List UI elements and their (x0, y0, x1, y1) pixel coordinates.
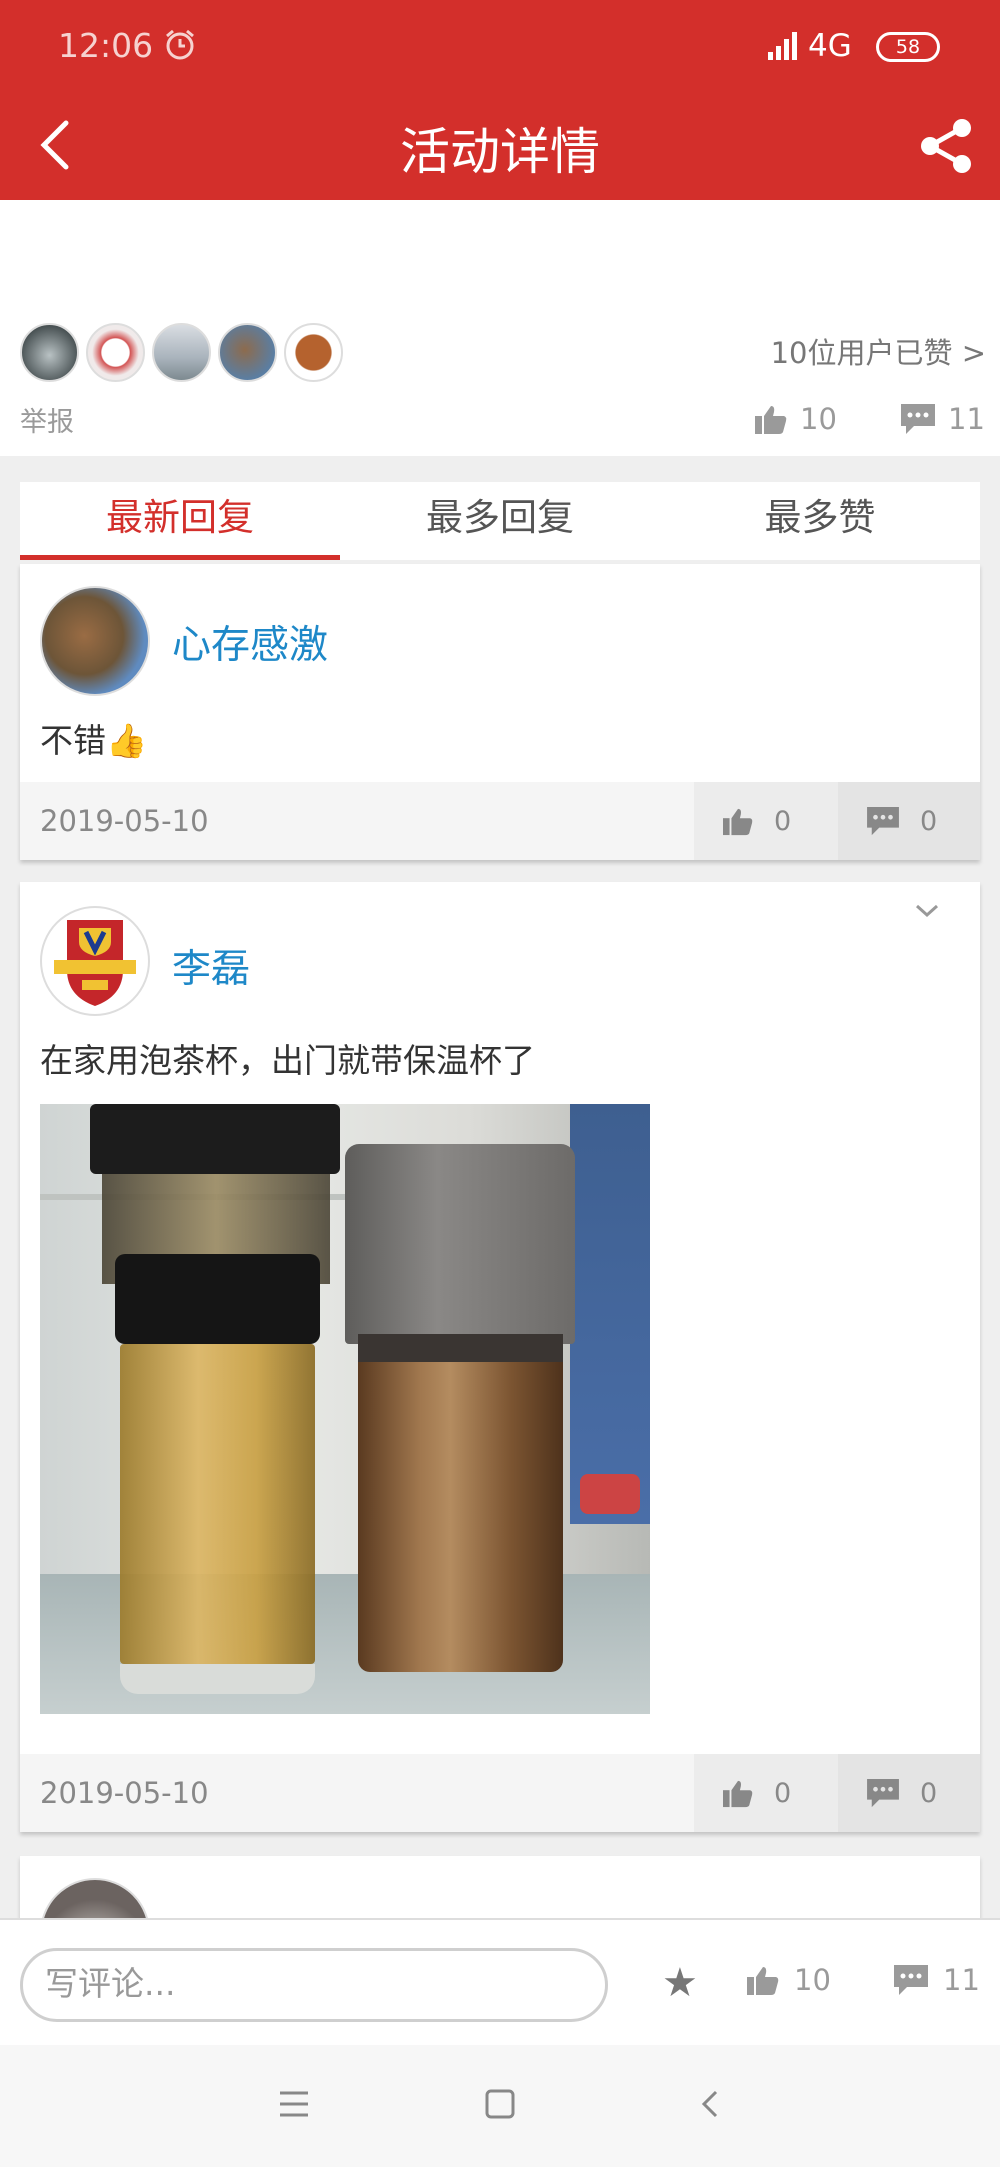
bottom-comment-count: 11 (943, 1963, 980, 1997)
report-link[interactable]: 举报 (20, 400, 74, 439)
chevron-down-icon[interactable] (914, 902, 940, 920)
thumbs-up-icon (723, 808, 753, 836)
username[interactable]: 李磊 (172, 938, 250, 994)
liker-avatar[interactable] (20, 323, 79, 382)
comment-like-button[interactable]: 0 (694, 1754, 838, 1832)
alarm-icon (166, 29, 194, 60)
avatar[interactable] (40, 906, 150, 1016)
comment-reply-button[interactable]: 0 (838, 782, 980, 860)
liker-avatar[interactable] (86, 323, 145, 382)
thumbs-up-icon (723, 1780, 753, 1808)
back-icon[interactable] (698, 2089, 722, 2119)
liker-avatar[interactable] (284, 323, 343, 382)
bottom-like-count: 10 (794, 1963, 831, 1997)
signal-icon (768, 32, 797, 60)
liker-avatar[interactable] (218, 323, 277, 382)
liker-avatar[interactable] (152, 323, 211, 382)
comment-card (20, 1856, 980, 1918)
comment-stat[interactable]: 11 (900, 402, 985, 436)
tab-most-likes[interactable]: 最多赞 (660, 482, 980, 560)
home-icon[interactable] (484, 2089, 516, 2119)
tab-latest[interactable]: 最新回复 (20, 482, 340, 560)
avatar[interactable] (40, 586, 150, 696)
status-time: 12:06 (58, 26, 154, 65)
page-title: 活动详情 (400, 123, 600, 181)
comment-icon (901, 404, 935, 434)
share-icon[interactable] (918, 116, 974, 176)
comment-date: 2019-05-10 (40, 804, 209, 838)
liker-avatars[interactable] (20, 323, 343, 382)
comment-date: 2019-05-10 (40, 1776, 209, 1810)
likes-section: 10位用户已赞 > 举报 10 11 (0, 200, 1000, 456)
comment-icon (867, 806, 899, 836)
comment-text: 不错👍 (40, 721, 148, 760)
comment-like-count: 0 (774, 1777, 792, 1809)
system-nav-bar (0, 2045, 1000, 2167)
comment-like-count: 0 (774, 805, 792, 837)
comment-reply-count: 0 (920, 1777, 938, 1809)
comment-card: 心存感激 不错👍 2019-05-10 0 0 (20, 564, 980, 860)
username[interactable]: 心存感激 (172, 614, 328, 670)
thumbs-up-icon (755, 406, 787, 434)
avatar[interactable] (40, 1878, 150, 1918)
sort-tabs: 最新回复 最多回复 最多赞 (20, 482, 980, 560)
club-badge-icon (54, 920, 136, 1006)
bottom-like-button[interactable]: 10 (746, 1963, 831, 1997)
comment-footer: 2019-05-10 0 0 (20, 1754, 980, 1832)
comment-count: 11 (948, 402, 985, 436)
comment-bar: 写评论... ★ 10 11 (0, 1918, 1000, 2047)
bottom-comment-button[interactable]: 11 (893, 1963, 980, 1997)
header: 12:06 4G 58 活动详情 (0, 0, 1000, 200)
likers-count-link[interactable]: 10位用户已赞 > (771, 330, 986, 372)
comment-text: 在家用泡茶杯，出门就带保温杯了 (40, 1041, 535, 1080)
comment-footer: 2019-05-10 0 0 (20, 782, 980, 860)
like-count: 10 (800, 402, 837, 436)
battery-icon: 58 (876, 32, 940, 62)
star-icon[interactable]: ★ (662, 1960, 698, 2006)
comment-photo[interactable] (40, 1104, 650, 1714)
tab-most-replies[interactable]: 最多回复 (340, 482, 660, 560)
comment-icon (894, 1965, 928, 1995)
comment-reply-count: 0 (920, 805, 938, 837)
comment-icon (867, 1778, 899, 1808)
thumbs-up-icon (747, 1967, 779, 1995)
like-stat[interactable]: 10 (754, 402, 837, 436)
comment-input[interactable]: 写评论... (20, 1948, 608, 2022)
comment-like-button[interactable]: 0 (694, 782, 838, 860)
menu-icon[interactable] (278, 2089, 310, 2119)
comment-card: 李磊 在家用泡茶杯，出门就带保温杯了 2019-05-10 0 0 (20, 882, 980, 1832)
network-type: 4G (808, 28, 852, 64)
comment-reply-button[interactable]: 0 (838, 1754, 980, 1832)
